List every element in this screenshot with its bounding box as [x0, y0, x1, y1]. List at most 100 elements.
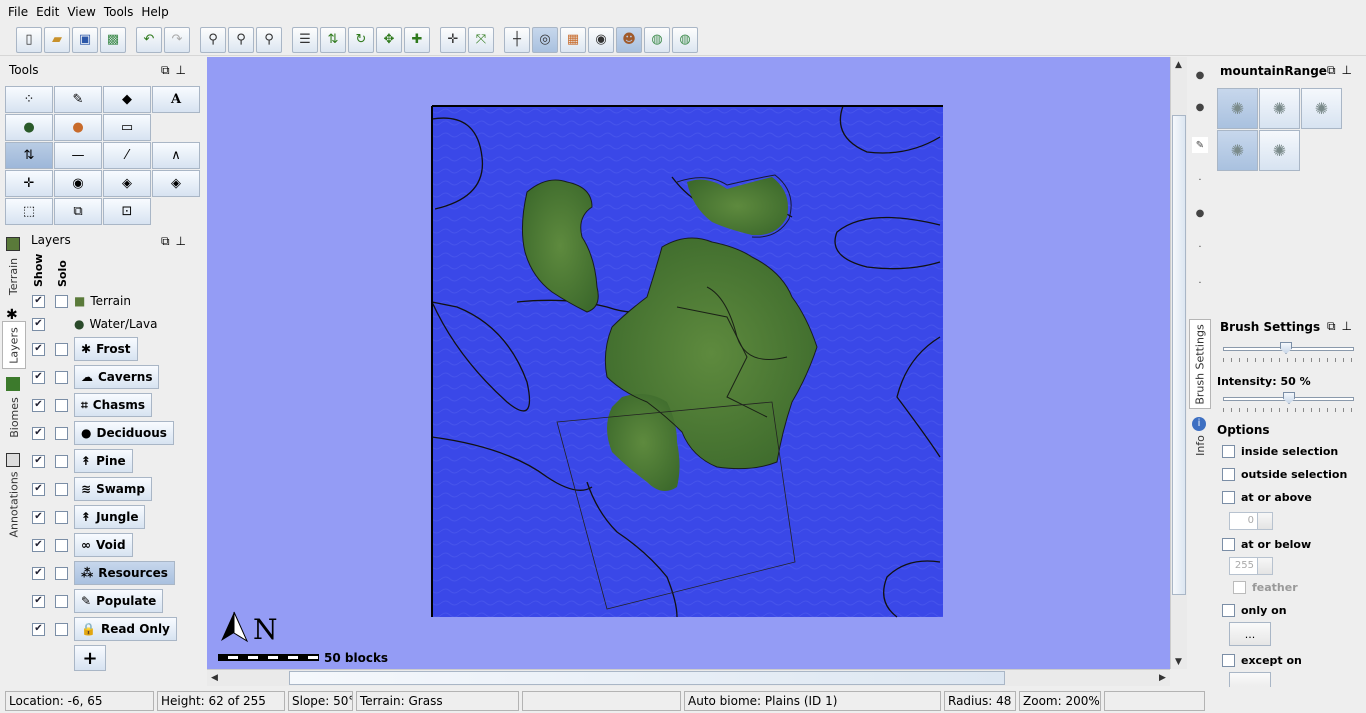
feather-checkbox[interactable]	[1233, 581, 1246, 594]
dome-icon[interactable]: ◈	[103, 170, 151, 197]
map-canvas[interactable]: N 50 blocks	[207, 57, 1170, 669]
except-on-checkbox[interactable]	[1222, 654, 1235, 667]
layer-show-checkbox[interactable]	[32, 426, 45, 440]
tools-panel-controls[interactable]: ⧉⊥	[161, 63, 192, 78]
rotated-dome-icon[interactable]: ◈	[152, 170, 200, 197]
copy-selection-icon[interactable]: ⧉	[54, 198, 102, 225]
feather-option[interactable]: feather	[1233, 581, 1298, 594]
layer-solo-checkbox[interactable]	[55, 370, 68, 384]
layer-solo-checkbox[interactable]	[55, 510, 68, 524]
menu-view[interactable]: View	[63, 5, 99, 19]
flatten-icon[interactable]: —	[54, 142, 102, 169]
layer-button-populate[interactable]: ✎ Populate	[74, 589, 164, 613]
layer-button-chasms[interactable]: ⌗ Chasms	[74, 393, 153, 417]
redo-icon[interactable]: ↷	[164, 26, 190, 53]
brush-tab-icon[interactable]: ·	[1192, 239, 1208, 255]
spray-paint-icon[interactable]: ⁘	[5, 86, 53, 113]
layer-show-checkbox[interactable]	[32, 538, 45, 552]
inside-selection-option[interactable]: inside selection	[1222, 445, 1338, 458]
layer-show-checkbox[interactable]	[32, 482, 45, 496]
layer-show-checkbox[interactable]	[32, 510, 45, 524]
layer-solo-checkbox[interactable]	[55, 622, 68, 636]
globe-icon[interactable]: ◉	[54, 170, 102, 197]
undo-icon[interactable]: ↶	[136, 26, 162, 53]
menu-help[interactable]: Help	[137, 5, 172, 19]
layer-solo-checkbox[interactable]	[55, 398, 68, 412]
layer-button-caverns[interactable]: ☁ Caverns	[74, 365, 160, 389]
at-or-above-spinner[interactable]: 0	[1229, 512, 1273, 530]
view-icon[interactable]: ◉	[588, 26, 614, 53]
horizontal-scrollbar[interactable]: ◀ ▶	[207, 669, 1170, 686]
scroll-right-icon[interactable]: ▶	[1155, 670, 1170, 685]
brush-tab-icon[interactable]: ✎	[1192, 137, 1208, 153]
contours-icon[interactable]: ◎	[532, 26, 558, 53]
at-or-below-option[interactable]: at or below	[1222, 538, 1311, 551]
brush-tab-icon[interactable]: ●	[1192, 67, 1208, 83]
except-on-select-button[interactable]	[1229, 672, 1271, 687]
fit-view-icon[interactable]: ⤧	[468, 26, 494, 53]
layer-show-checkbox[interactable]	[32, 342, 45, 356]
raise-mountain-icon[interactable]: ∧	[152, 142, 200, 169]
new-icon[interactable]: ▯	[16, 26, 42, 53]
tab-brush-settings[interactable]: Brush Settings	[1189, 319, 1211, 409]
at-or-below-spinner[interactable]: 255	[1229, 557, 1273, 575]
menu-tools[interactable]: Tools	[100, 5, 138, 19]
intensity-slider[interactable]	[1223, 392, 1354, 412]
tab-layers[interactable]: Layers	[2, 321, 26, 369]
layer-show-checkbox[interactable]	[32, 370, 45, 384]
save-icon[interactable]: ▣	[72, 26, 98, 53]
layer-button-jungle[interactable]: ↟ Jungle	[74, 505, 146, 529]
tab-info[interactable]: Info	[1189, 431, 1211, 459]
user-icon[interactable]: ☻	[616, 26, 642, 53]
layer-button-deciduous[interactable]: ● Deciduous	[74, 421, 174, 445]
layer-solo-checkbox[interactable]	[55, 482, 68, 496]
brush-panel-controls[interactable]: ⧉⊥	[1327, 63, 1358, 78]
pencil-icon[interactable]: ✎	[54, 86, 102, 113]
layer-button-resources[interactable]: ⁂ Resources	[74, 561, 175, 585]
tab-terrain[interactable]: Terrain	[2, 251, 26, 301]
layers-panel-controls[interactable]: ⧉⊥	[161, 234, 192, 249]
raise-pyramid-icon[interactable]: ✛	[5, 170, 53, 197]
layer-show-checkbox[interactable]	[32, 317, 45, 331]
menu-edit[interactable]: Edit	[32, 5, 63, 19]
layer-solo-checkbox[interactable]	[55, 342, 68, 356]
scroll-left-icon[interactable]: ◀	[207, 670, 222, 685]
radius-slider[interactable]	[1223, 342, 1354, 362]
at-or-above-checkbox[interactable]	[1222, 491, 1235, 504]
raise-lower-icon[interactable]: ⇅	[5, 142, 53, 169]
layer-solo-checkbox[interactable]	[55, 294, 68, 308]
layer-button-read-only[interactable]: 🔒 Read Only	[74, 617, 177, 641]
horizontal-scroll-thumb[interactable]	[289, 671, 1005, 685]
only-on-select-button[interactable]: ...	[1229, 622, 1271, 646]
brush-cell[interactable]: ✺	[1301, 88, 1342, 129]
open-icon[interactable]: ▰	[44, 26, 70, 53]
layer-show-checkbox[interactable]	[32, 622, 45, 636]
add-layer-button[interactable]: +	[74, 645, 106, 671]
only-on-checkbox[interactable]	[1222, 604, 1235, 617]
layer-button-void[interactable]: ∞ Void	[74, 533, 133, 557]
layer-show-checkbox[interactable]	[32, 454, 45, 468]
brush-tab-icon[interactable]: ·	[1192, 172, 1208, 188]
merge-icon[interactable]: ◍	[644, 26, 670, 53]
at-or-above-option[interactable]: at or above	[1222, 491, 1312, 504]
export-icon[interactable]: ▩	[100, 26, 126, 53]
zoom-reset-icon[interactable]: ⚲	[228, 26, 254, 53]
add-tiles-icon[interactable]: ✚	[404, 26, 430, 53]
outside-selection-option[interactable]: outside selection	[1222, 468, 1347, 481]
grid-icon[interactable]: ┼	[504, 26, 530, 53]
layer-button-swamp[interactable]: ≋ Swamp	[74, 477, 152, 501]
zoom-in-icon[interactable]: ⚲	[256, 26, 282, 53]
layer-solo-checkbox[interactable]	[55, 538, 68, 552]
inside-selection-checkbox[interactable]	[1222, 445, 1235, 458]
menu-file[interactable]: File	[4, 5, 32, 19]
shift-icon[interactable]: ✥	[376, 26, 402, 53]
world-map[interactable]: N 50 blocks	[207, 57, 1170, 669]
tab-annotations[interactable]: Annotations	[2, 469, 26, 539]
brush-cell[interactable]: ✺	[1259, 88, 1300, 129]
layer-show-checkbox[interactable]	[32, 594, 45, 608]
only-on-option[interactable]: only on	[1222, 604, 1287, 617]
scroll-up-icon[interactable]: ▲	[1171, 57, 1186, 72]
brush-cell[interactable]: ✺	[1217, 130, 1258, 171]
brush-tab-icon[interactable]: ·	[1192, 275, 1208, 291]
layer-show-checkbox[interactable]	[32, 398, 45, 412]
